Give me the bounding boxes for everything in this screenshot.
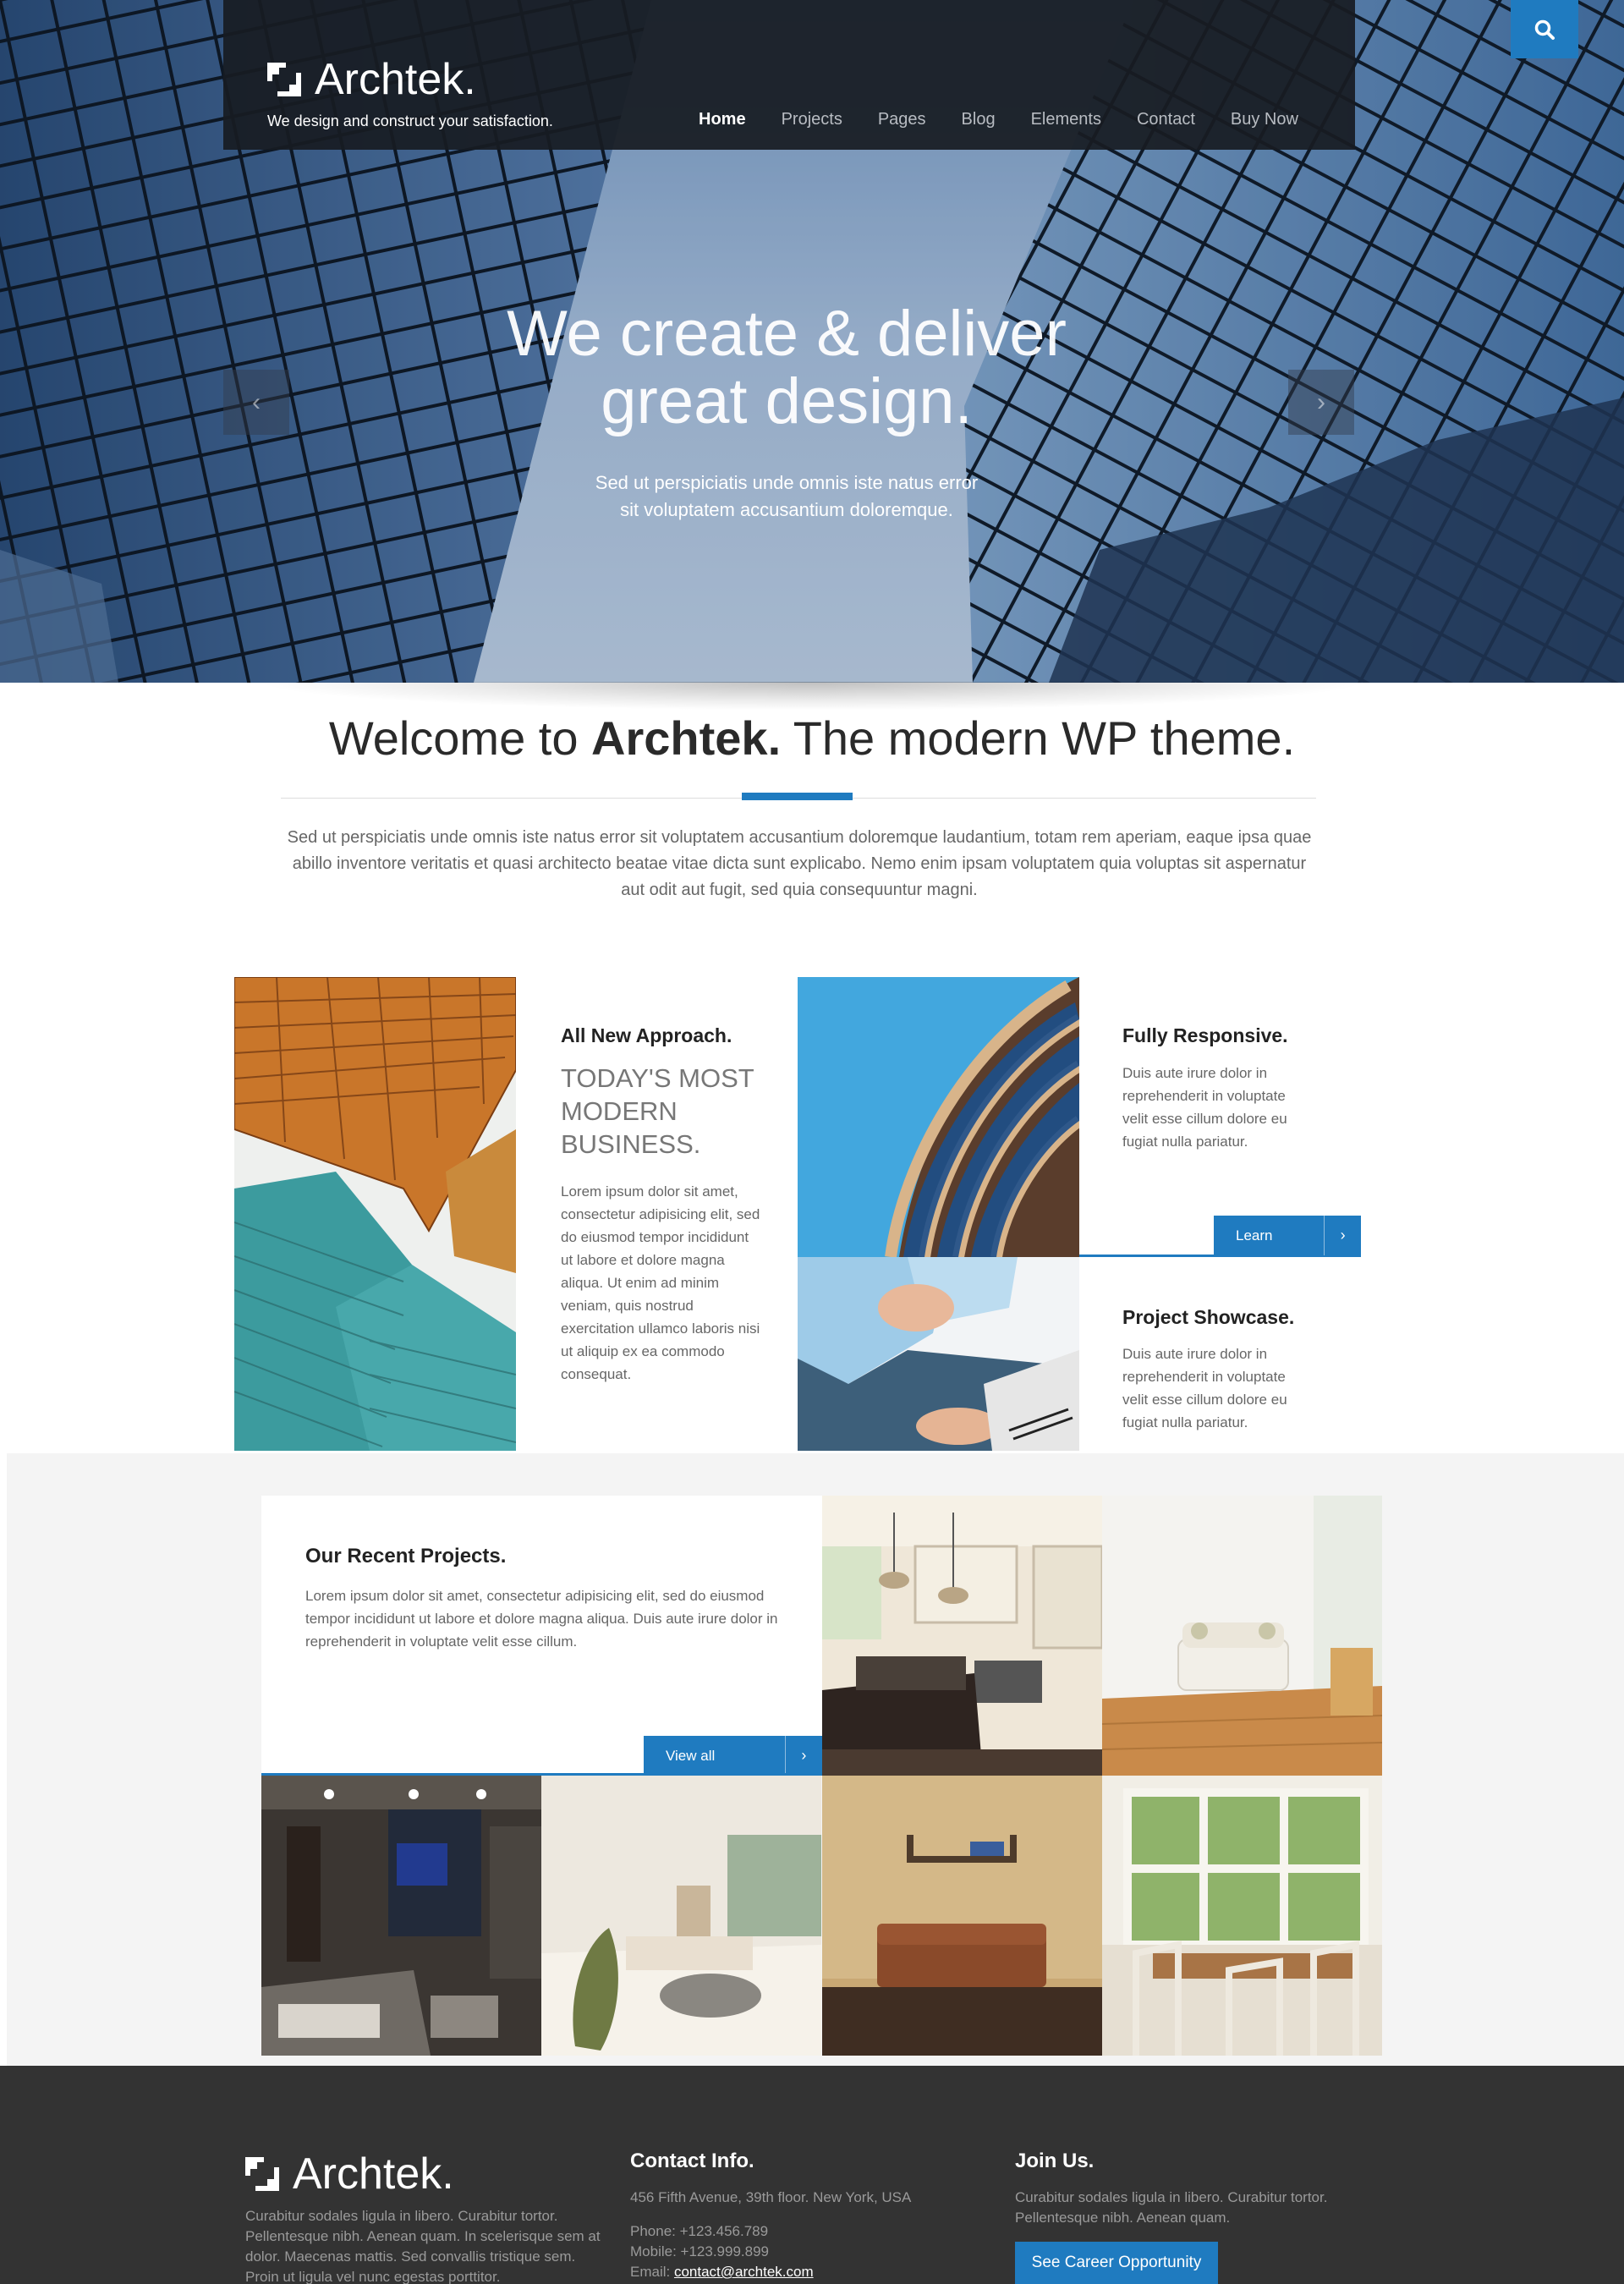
feature-approach-body: Lorem ipsum dolor sit amet, consectetur … (561, 1183, 760, 1382)
projects-title: Our Recent Projects. (305, 1545, 507, 1568)
feature-approach-headline-line-3: BUSINESS. (561, 1129, 701, 1159)
feature-approach-headline: TODAY'S MOST MODERN BUSINESS. (561, 1062, 754, 1161)
hero-title-line-1: We create & deliver (507, 298, 1067, 370)
nav-item-pages[interactable]: Pages (878, 110, 926, 129)
footer-email-link[interactable]: contact@archtek.com (674, 2264, 814, 2280)
project-tile-sofa-room[interactable] (822, 1776, 1102, 2056)
welcome-text: Sed ut perspiciatis unde omnis iste natu… (287, 828, 1312, 899)
search-icon (1534, 19, 1555, 40)
site-tagline: We design and construct your satisfactio… (267, 113, 553, 129)
search-button[interactable] (1511, 0, 1578, 58)
welcome-title: Welcome to Archtek. The modern WP theme. (0, 711, 1624, 766)
site-header: Archtek. We design and construct your sa… (223, 0, 1578, 150)
hero-subtitle-line-2: sit voluptatem accusantium doloremque. (620, 499, 953, 520)
nav-item-blog[interactable]: Blog (962, 110, 996, 129)
footer-logo[interactable]: Archtek. (245, 2149, 454, 2199)
footer-join-title: Join Us. (1015, 2149, 1095, 2172)
footer-phone: Phone: +123.456.789 (630, 2223, 769, 2239)
hero-title-line-2: great design. (601, 365, 973, 437)
feature-image-towers (234, 977, 516, 1451)
slider-prev-button[interactable]: ‹ (223, 370, 289, 435)
footer-join-text: Curabitur sodales ligula in libero. Cura… (1015, 2189, 1328, 2226)
feature-approach-title: All New Approach. (561, 1024, 732, 1046)
footer-about-text: Curabitur sodales ligula in libero. Cura… (245, 2208, 601, 2284)
logo-text: Archtek. (315, 55, 476, 104)
project-tile-kitchen[interactable] (822, 1496, 1102, 1776)
projects-text: Lorem ipsum dolor sit amet, consectetur … (305, 1588, 778, 1650)
feature-showcase-body: Duis aute irure dolor in reprehenderit i… (1122, 1346, 1287, 1430)
nav-item-buy-now[interactable]: Buy Now (1231, 110, 1298, 129)
welcome-title-brand: Archtek. (591, 711, 782, 765)
chevron-right-icon: › (801, 1747, 807, 1764)
hero-subtitle: Sed ut perspiciatis unde omnis iste natu… (558, 469, 1015, 524)
hero-title: We create & deliver great design. (474, 300, 1100, 436)
view-all-projects-button[interactable]: View all projects › (644, 1736, 822, 1804)
feature-approach-headline-line-2: MODERN (561, 1096, 678, 1126)
feature-image-curved-building (798, 977, 1079, 1257)
welcome-title-pre: Welcome to (328, 711, 592, 765)
footer-email-row: Email: contact@archtek.com (630, 2262, 814, 2282)
view-all-projects-label: View all projects (644, 1736, 786, 1804)
learn-more-button[interactable]: Learn more › (1214, 1216, 1361, 1283)
logo-mark-icon (245, 2157, 279, 2191)
project-tile-living-room[interactable] (1102, 1496, 1382, 1776)
page: Archtek. We design and construct your sa… (0, 0, 1624, 2284)
footer-mobile: Mobile: +123.999.899 (630, 2243, 769, 2259)
project-tile-dining[interactable] (1102, 1776, 1382, 2056)
welcome-accent-bar (742, 793, 853, 800)
site-logo[interactable]: Archtek. (267, 54, 476, 105)
footer-contact-title: Contact Info. (630, 2149, 754, 2172)
footer-address: 456 Fifth Avenue, 39th floor. New York, … (630, 2189, 912, 2205)
learn-more-label: Learn more (1214, 1216, 1325, 1283)
hero-shadow (254, 682, 1370, 711)
hero-subtitle-line-1: Sed ut perspiciatis unde omnis iste natu… (595, 472, 979, 493)
project-tile-lounge[interactable] (541, 1776, 821, 2056)
hero-slider: Archtek. We design and construct your sa… (0, 0, 1624, 683)
feature-approach-headline-line-1: TODAY'S MOST (561, 1063, 754, 1093)
slider-next-button[interactable]: › (1288, 370, 1354, 435)
projects-intro-card: Our Recent Projects. Lorem ipsum dolor s… (261, 1496, 822, 1804)
project-tile-bathroom[interactable] (261, 1776, 541, 2056)
welcome-title-post: The modern WP theme. (781, 711, 1296, 765)
site-footer (0, 2066, 1624, 2284)
nav-item-home[interactable]: Home (699, 110, 746, 129)
nav-item-elements[interactable]: Elements (1031, 110, 1101, 129)
footer-email-label: Email: (630, 2264, 674, 2280)
chevron-right-icon: › (1340, 1227, 1346, 1244)
feature-responsive-body: Duis aute irure dolor in reprehenderit i… (1122, 1065, 1287, 1150)
nav-item-projects[interactable]: Projects (782, 110, 842, 129)
chevron-right-icon: › (1317, 387, 1325, 416)
feature-image-business (798, 1257, 1079, 1451)
main-nav: Home Projects Pages Blog Elements Contac… (699, 110, 1334, 129)
nav-item-contact[interactable]: Contact (1137, 110, 1195, 129)
features-section: All New Approach. TODAY'S MOST MODERN BU… (234, 977, 1361, 1451)
footer-logo-text: Archtek. (293, 2149, 454, 2199)
feature-showcase-title: Project Showcase. (1122, 1306, 1295, 1328)
career-opportunity-button[interactable]: See Career Opportunity (1015, 2242, 1218, 2284)
feature-responsive-title: Fully Responsive. (1122, 1024, 1288, 1046)
chevron-left-icon: ‹ (252, 387, 261, 416)
logo-mark-icon (267, 63, 301, 96)
